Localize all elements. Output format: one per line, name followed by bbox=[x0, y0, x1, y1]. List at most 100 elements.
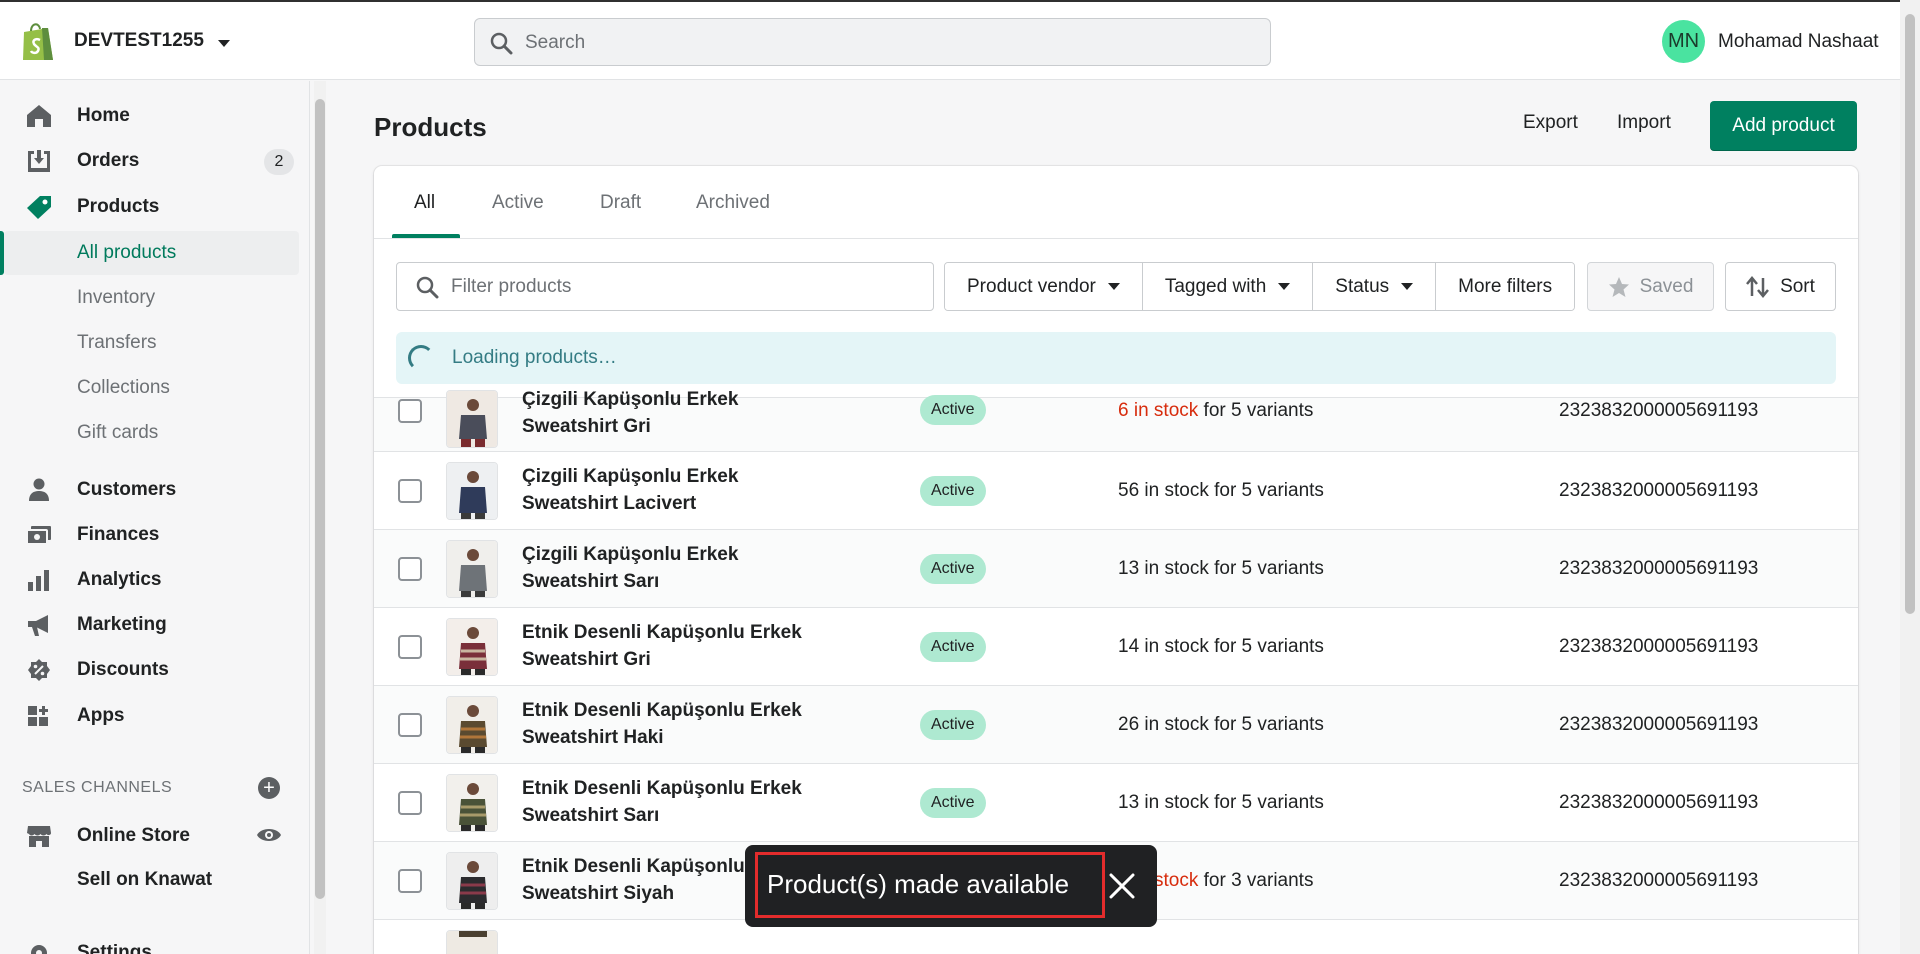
inventory-text: stock for 3 variants bbox=[1154, 870, 1314, 891]
filter-label: More filters bbox=[1458, 275, 1553, 297]
sidebar-subitem-collections[interactable]: Collections bbox=[0, 366, 300, 410]
product-thumbnail[interactable] bbox=[446, 618, 498, 676]
home-icon bbox=[27, 105, 51, 127]
sidebar-item-sell-on-knawat[interactable]: Sell on Knawat bbox=[77, 869, 212, 891]
search-input[interactable]: Search bbox=[474, 18, 1271, 66]
product-name[interactable]: Çizgili Kapüşonlu Erkek Sweatshirt Gri bbox=[522, 386, 822, 440]
row-checkbox[interactable] bbox=[398, 791, 422, 815]
products-card: All Active Draft Archived Filter product… bbox=[374, 166, 1858, 954]
row-checkbox[interactable] bbox=[398, 869, 422, 893]
row-checkbox[interactable] bbox=[398, 479, 422, 503]
product-thumbnail[interactable] bbox=[446, 774, 498, 832]
close-icon[interactable] bbox=[1107, 871, 1137, 901]
orders-count-badge: 2 bbox=[264, 149, 294, 175]
avatar[interactable]: MN bbox=[1662, 20, 1705, 63]
product-name[interactable]: Etnik Desenli Kapüşonlu Erkek Sweatshirt … bbox=[522, 697, 822, 751]
product-thumbnail[interactable] bbox=[446, 540, 498, 598]
product-name[interactable]: Etnik Desenli Kapüşonlu Erkek Sweatshirt … bbox=[522, 775, 822, 829]
table-row[interactable]: Etnik Desenli Kapüşonlu Erkek Sweatshirt … bbox=[374, 607, 1858, 685]
product-vendor-filter[interactable]: Product vendor bbox=[945, 263, 1143, 310]
sidebar-subitem-gift-cards[interactable]: Gift cards bbox=[0, 411, 300, 455]
row-checkbox[interactable] bbox=[398, 557, 422, 581]
caret-down-icon bbox=[1401, 283, 1414, 290]
sidebar-item-finances[interactable]: Finances bbox=[0, 513, 300, 557]
tab-archived[interactable]: Archived bbox=[696, 192, 770, 214]
more-filters-button[interactable]: More filters bbox=[1436, 263, 1575, 310]
discount-icon bbox=[28, 659, 50, 681]
filter-label: Product vendor bbox=[967, 275, 1096, 297]
table-row[interactable]: Çizgili Kapüşonlu Erkek Sweatshirt Gri Ac… bbox=[374, 389, 1858, 451]
add-channel-icon[interactable]: + bbox=[258, 777, 280, 799]
sidebar-item-analytics[interactable]: Analytics bbox=[0, 558, 300, 602]
table-row[interactable]: Çizgili Kapüşonlu Erkek Sweatshirt Sarı A… bbox=[374, 529, 1858, 607]
product-thumbnail[interactable] bbox=[446, 852, 498, 910]
loading-banner: Loading products… bbox=[396, 332, 1836, 384]
sidebar-item-label: Marketing bbox=[77, 614, 167, 635]
eye-icon[interactable] bbox=[256, 824, 282, 846]
chevron-down-icon[interactable] bbox=[218, 40, 230, 47]
tagged-with-filter[interactable]: Tagged with bbox=[1142, 263, 1314, 310]
sidebar-subitem-all-products[interactable]: All products bbox=[4, 231, 299, 275]
page-scrollbar-thumb[interactable] bbox=[1905, 14, 1915, 614]
sidebar-item-label: Discounts bbox=[77, 659, 169, 680]
product-name[interactable]: Etnik Desenli Kapüşonlu Erkek Sweatshirt … bbox=[522, 619, 822, 673]
import-button[interactable]: Import bbox=[1617, 112, 1671, 134]
sidebar-subitem-label: Collections bbox=[77, 377, 170, 398]
inventory-text: 13 in stock for 5 variants bbox=[1118, 792, 1324, 813]
product-name[interactable]: Çizgili Kapüşonlu Erkek Sweatshirt Lacive… bbox=[522, 463, 822, 517]
user-name[interactable]: Mohamad Nashaat bbox=[1718, 31, 1879, 53]
product-thumbnail[interactable] bbox=[446, 930, 498, 954]
product-thumbnail[interactable] bbox=[446, 462, 498, 520]
caret-down-icon bbox=[1107, 283, 1120, 290]
row-checkbox[interactable] bbox=[398, 635, 422, 659]
sidebar-scrollbar-thumb[interactable] bbox=[315, 99, 325, 899]
toast-message: Product(s) made available bbox=[767, 869, 1070, 899]
tab-all[interactable]: All bbox=[414, 192, 435, 214]
tab-active[interactable]: Active bbox=[492, 192, 544, 214]
sort-button[interactable]: Sort bbox=[1725, 262, 1836, 311]
sidebar-subitem-label: Inventory bbox=[77, 287, 156, 308]
filter-products-input[interactable]: Filter products bbox=[396, 262, 934, 311]
sidebar-item-settings[interactable]: Settings bbox=[0, 931, 300, 954]
sidebar-subitem-label: Gift cards bbox=[77, 422, 159, 443]
store-name[interactable]: DEVTEST1255 bbox=[74, 30, 204, 52]
export-button[interactable]: Export bbox=[1523, 112, 1578, 134]
sidebar-scrollbar[interactable] bbox=[314, 81, 326, 954]
sidebar-item-customers[interactable]: Customers bbox=[0, 468, 300, 512]
inventory-text: 14 in stock for 5 variants bbox=[1118, 636, 1324, 657]
store-icon bbox=[27, 826, 51, 847]
status-badge: Active bbox=[920, 788, 986, 818]
sidebar-item-orders[interactable]: Orders 2 bbox=[0, 139, 300, 183]
sidebar-item-discounts[interactable]: Discounts bbox=[0, 648, 300, 692]
table-row[interactable]: Çizgili Kapüşonlu Erkek Sweatshirt Lacive… bbox=[374, 451, 1858, 529]
add-product-button[interactable]: Add product bbox=[1710, 101, 1857, 151]
search-icon bbox=[416, 276, 439, 299]
inventory-text: 6 in stock for 5 variants bbox=[1118, 400, 1314, 421]
row-checkbox[interactable] bbox=[398, 399, 422, 423]
sidebar-item-apps[interactable]: Apps bbox=[0, 694, 300, 738]
sidebar-item-marketing[interactable]: Marketing bbox=[0, 603, 300, 647]
sidebar-subitem-transfers[interactable]: Transfers bbox=[0, 321, 300, 365]
status-badge: Active bbox=[920, 554, 986, 584]
filter-label: Status bbox=[1335, 275, 1390, 297]
product-thumbnail[interactable] bbox=[446, 696, 498, 754]
caret-down-icon bbox=[1278, 283, 1291, 290]
saved-button[interactable]: Saved bbox=[1587, 262, 1714, 311]
table-row[interactable]: Etnik Desenli Kapüşonlu Erkek Sweatshirt … bbox=[374, 763, 1858, 841]
sidebar-item-products[interactable]: Products bbox=[0, 185, 300, 229]
sidebar-subitem-inventory[interactable]: Inventory bbox=[0, 276, 300, 320]
product-thumbnail[interactable] bbox=[446, 390, 498, 448]
shopify-logo-icon[interactable] bbox=[20, 20, 56, 62]
tab-draft[interactable]: Draft bbox=[600, 192, 641, 214]
row-checkbox[interactable] bbox=[398, 713, 422, 737]
sidebar-item-home[interactable]: Home bbox=[0, 94, 300, 138]
table-row[interactable]: Etnik Desenli Kapüşonlu Erkek Sweatshirt … bbox=[374, 685, 1858, 763]
page-scrollbar[interactable] bbox=[1900, 0, 1920, 954]
sidebar-item-label: Products bbox=[77, 196, 160, 217]
status-filter[interactable]: Status bbox=[1313, 263, 1437, 310]
bar-chart-icon bbox=[28, 570, 49, 591]
product-name[interactable]: Çizgili Kapüşonlu Erkek Sweatshirt Sarı bbox=[522, 541, 822, 595]
product-sku: 2323832000005691193 bbox=[1559, 400, 1759, 421]
sidebar-item-label: Analytics bbox=[77, 569, 162, 590]
sidebar-item-online-store[interactable]: Online Store bbox=[0, 814, 300, 858]
